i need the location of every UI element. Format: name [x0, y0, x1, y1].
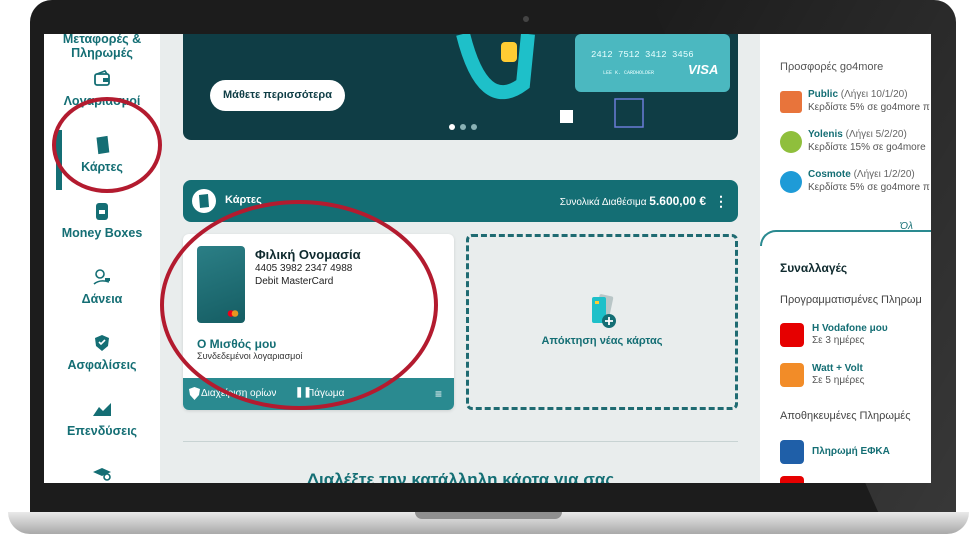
wallet-icon [94, 70, 110, 86]
sidebar-item-label: Μεταφορές & Πληρωμές [62, 34, 142, 60]
card-nickname: Φιλική Ονομασία [255, 247, 361, 262]
promo-banner: 2412 7512 3412 3456 LEE K. CARDHOLDER VI… [183, 34, 738, 140]
offer-description: Κερδίστε 5% σε go4more π [808, 182, 930, 193]
sidebar-item-label: Κάρτες [81, 160, 123, 174]
card-icon [96, 135, 110, 155]
scheduled-payment-item[interactable]: Η Vodafone μου Σε 3 ημέρες [780, 321, 931, 353]
scheduled-payment-item[interactable]: Watt + Volt Σε 5 ημέρες [780, 361, 931, 393]
offer-item[interactable]: Yolenis (Λήγει 5/2/20) Κερδίστε 15% σε g… [780, 129, 931, 159]
offers-title: Προσφορές go4more [780, 61, 884, 73]
sidebar-nav: Μεταφορές & Πληρωμές Λογαριασμοί Κάρτες [44, 34, 160, 483]
sidebar-item-more[interactable] [44, 464, 160, 483]
laptop-notch [415, 512, 562, 519]
payment-name: Watt + Volt [812, 363, 863, 374]
promo-section-title: Διαλέξτε την κατάλληλη κάρτα για σας [306, 470, 615, 483]
sidebar-item-transfers[interactable]: Μεταφορές & Πληρωμές [44, 34, 160, 60]
right-panel: Προσφορές go4more Public (Λήγει 10/1/20)… [760, 34, 931, 483]
vodafone-logo-icon [780, 323, 804, 347]
app-screen: Μεταφορές & Πληρωμές Λογαριασμοί Κάρτες [44, 34, 931, 483]
linked-account-name: Ο Μισθός μου [197, 337, 277, 351]
menu-lines-icon[interactable]: ≡ [435, 387, 442, 401]
available-amount: 5.600,00 € [649, 194, 706, 208]
sidebar-item-label: Money Boxes [61, 226, 143, 240]
sidebar-item-money-boxes[interactable]: Money Boxes [44, 200, 160, 240]
card-icon [192, 189, 216, 213]
offer-description: Κερδίστε 15% σε go4more [808, 142, 926, 153]
sidebar-item-label: Επενδύσεις [66, 424, 138, 438]
insurance-icon [95, 335, 109, 351]
new-card-tile[interactable]: Απόκτηση νέας κάρτας [466, 234, 738, 410]
learn-more-button[interactable]: Μάθετε περισσότερα [210, 80, 345, 111]
watt-volt-logo-icon [780, 363, 804, 387]
offer-title: Public (Λήγει 10/1/20) [808, 89, 908, 100]
sidebar-item-loans[interactable]: Δάνεια [44, 266, 160, 306]
saved-payment-item[interactable] [780, 474, 931, 483]
sidebar-item-label: Λογαριασμοί [63, 94, 141, 108]
scheduled-payments-title: Προγραμματισμένες Πληρωμ [780, 294, 922, 306]
banner-card-holder: LEE K. CARDHOLDER [603, 70, 655, 76]
new-card-icon [592, 294, 616, 328]
saved-payments-title: Αποθηκευμένες Πληρωμές [780, 410, 911, 422]
total-available: Συνολικά Διαθέσιμα 5.600,00 € [560, 194, 706, 208]
offer-title: Cosmote (Λήγει 1/2/20) [808, 169, 915, 180]
investment-icon [93, 403, 111, 416]
sidebar-item-label: Δάνεια [81, 292, 123, 306]
panel-curve-divider [760, 230, 931, 246]
carousel-dots[interactable] [449, 117, 482, 135]
sidebar-item-cards[interactable]: Κάρτες [44, 134, 160, 174]
card-thumbnail [197, 246, 245, 323]
kebab-menu-icon[interactable]: ⋮ [714, 193, 728, 210]
offer-item[interactable]: Cosmote (Λήγει 1/2/20) Κερδίστε 5% σε go… [780, 169, 931, 199]
mastercard-logo-icon [227, 310, 239, 317]
payee-logo-icon [780, 476, 804, 483]
main-content: 2412 7512 3412 3456 LEE K. CARDHOLDER VI… [168, 34, 752, 483]
payment-name: Πληρωμή ΕΦΚΑ [812, 446, 890, 457]
manage-limits-button[interactable]: Διαχείριση ορίων [201, 388, 276, 399]
efka-logo-icon [780, 440, 804, 464]
sidebar-item-accounts[interactable]: Λογαριασμοί [44, 68, 160, 108]
offer-title: Yolenis (Λήγει 5/2/20) [808, 129, 907, 140]
new-card-label: Απόκτηση νέας κάρτας [541, 335, 663, 347]
saved-payment-item[interactable]: Πληρωμή ΕΦΚΑ [780, 438, 931, 470]
visa-logo: VISA [688, 62, 719, 77]
offer-description: Κερδίστε 5% σε go4more π [808, 102, 930, 113]
sidebar-item-label: Ασφαλίσεις [67, 358, 137, 372]
carousel-dot[interactable] [471, 124, 477, 130]
cards-section-header: Κάρτες Συνολικά Διαθέσιμα 5.600,00 € ⋮ [183, 180, 738, 222]
loan-icon [93, 269, 110, 285]
card-type: Debit MasterCard [255, 276, 334, 287]
carousel-dot[interactable] [460, 124, 466, 130]
card-tile[interactable]: Φιλική Ονομασία 4405 3982 2347 4988 Debi… [183, 234, 454, 410]
banner-card-number: 2412 7512 3412 3456 [591, 50, 694, 60]
webcam [523, 16, 529, 22]
section-divider [183, 441, 738, 442]
cosmote-logo-icon [780, 171, 802, 193]
card-actions-bar: Διαχείριση ορίων ❚❚ Πάγωμα ≡ [183, 378, 454, 410]
payment-name: Η Vodafone μου [812, 323, 888, 334]
yolenis-logo-icon [780, 131, 802, 153]
public-logo-icon [780, 91, 802, 113]
payment-due: Σε 5 ημέρες [812, 375, 865, 386]
available-label: Συνολικά Διαθέσιμα [559, 197, 647, 208]
sidebar-item-investments[interactable]: Επενδύσεις [44, 398, 160, 438]
freeze-button[interactable]: Πάγωμα [307, 388, 344, 399]
offer-item[interactable]: Public (Λήγει 10/1/20) Κερδίστε 5% σε go… [780, 89, 931, 119]
cards-section-title: Κάρτες [225, 194, 262, 206]
education-icon [93, 468, 111, 481]
money-box-icon [96, 203, 108, 220]
laptop-mockup: Μεταφορές & Πληρωμές Λογαριασμοί Κάρτες [0, 0, 977, 539]
linked-accounts-label: Συνδεδεμένοι λογαριασμοί [197, 351, 303, 361]
sidebar-item-insurance[interactable]: Ασφαλίσεις [44, 332, 160, 372]
card-number: 4405 3982 2347 4988 [255, 263, 353, 274]
payment-due: Σε 3 ημέρες [812, 335, 865, 346]
carousel-dot[interactable] [449, 124, 455, 130]
shield-icon [189, 387, 200, 400]
transactions-title: Συναλλαγές [780, 261, 848, 275]
